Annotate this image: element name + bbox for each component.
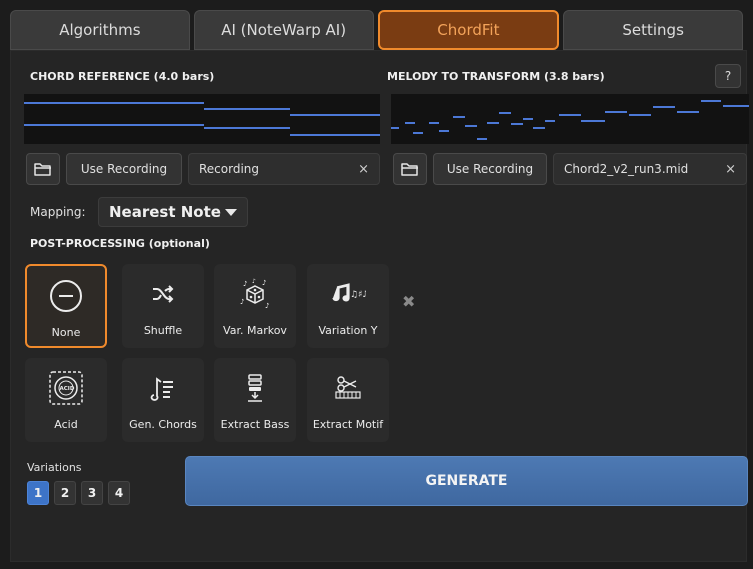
svg-text:♪: ♪ (240, 298, 244, 306)
chord-source-value: Recording (199, 162, 260, 176)
note-bar (629, 114, 651, 116)
variation-4-button[interactable]: 4 (108, 481, 130, 505)
note-bar (204, 108, 290, 110)
note-bar (723, 105, 749, 107)
svg-text:ACID: ACID (60, 386, 75, 392)
mapping-dropdown[interactable]: Nearest Note (98, 197, 248, 227)
note-bar (533, 127, 545, 129)
mapping-value: Nearest Note (109, 203, 221, 221)
melody-clear-button[interactable]: × (725, 162, 736, 177)
tab-settings[interactable]: Settings (563, 10, 743, 50)
minus-circle-icon (50, 280, 82, 312)
option-label: Extract Bass (220, 418, 290, 431)
note-bar (413, 132, 423, 134)
note-bar (477, 138, 487, 140)
acid-stamp-icon: ACID (49, 371, 83, 405)
option-none[interactable]: None (25, 264, 107, 348)
option-label: Variation Y (318, 324, 378, 337)
note-bar (429, 122, 439, 124)
shuffle-icon (153, 285, 174, 303)
note-bar (24, 124, 204, 126)
option-var-markov[interactable]: ♪ ♪ ♪ ♪ ♪ Var. Markov (214, 264, 296, 348)
melody-source-field[interactable]: Chord2_v2_run3.mid × (553, 153, 747, 185)
post-processing-title: POST-PROCESSING (optional) (30, 237, 210, 250)
note-bar (439, 130, 449, 132)
svg-text:♪: ♪ (252, 278, 256, 285)
svg-text:♪: ♪ (265, 302, 269, 310)
tab-ai-notewarp[interactable]: AI (NoteWarp AI) (193, 10, 374, 50)
note-bar (701, 100, 721, 102)
note-bar (204, 127, 290, 129)
note-bar (487, 122, 499, 124)
option-label: Gen. Chords (129, 418, 197, 431)
note-bar (545, 120, 555, 122)
note-bar (523, 118, 533, 120)
chord-use-recording-button[interactable]: Use Recording (66, 153, 182, 185)
clear-processing-button[interactable]: ✖ (402, 292, 415, 311)
dice-notes-icon: ♪ ♪ ♪ ♪ ♪ (240, 278, 269, 310)
mapping-label: Mapping: (30, 205, 86, 219)
note-bar (391, 127, 399, 129)
note-bar (605, 111, 627, 113)
melody-open-folder-button[interactable] (393, 153, 427, 185)
option-label: Var. Markov (223, 324, 287, 337)
svg-text:♫♯♪: ♫♯♪ (350, 290, 366, 300)
chord-source-field[interactable]: Recording × (188, 153, 380, 185)
note-lines-icon (150, 377, 173, 401)
note-bar (465, 125, 477, 127)
note-bar (559, 114, 581, 116)
option-label: Shuffle (143, 324, 183, 337)
chord-clear-button[interactable]: × (358, 162, 369, 177)
option-label: Acid (54, 418, 78, 431)
chord-reference-title: CHORD REFERENCE (4.0 bars) (30, 70, 215, 83)
variation-3-button[interactable]: 3 (81, 481, 103, 505)
option-extract-bass[interactable]: Extract Bass (214, 358, 296, 442)
variation-1-button[interactable]: 1 (27, 481, 49, 505)
folder-icon (34, 163, 51, 176)
note-bar (405, 122, 415, 124)
note-bar (653, 106, 675, 108)
option-label: Extract Motif (312, 418, 384, 431)
melody-pianoroll (391, 94, 749, 144)
scissors-keys-icon (335, 376, 361, 399)
svg-text:♪: ♪ (262, 279, 266, 287)
extract-stack-icon (248, 374, 262, 402)
music-notes-icon: ♫♯♪ (332, 283, 366, 302)
variation-2-button[interactable]: 2 (54, 481, 76, 505)
chord-open-folder-button[interactable] (26, 153, 60, 185)
caret-down-icon (225, 208, 237, 216)
option-extract-motif[interactable]: Extract Motif (307, 358, 389, 442)
melody-source-value: Chord2_v2_run3.mid (564, 162, 689, 176)
melody-use-recording-button[interactable]: Use Recording (433, 153, 547, 185)
note-bar (290, 114, 380, 116)
chord-reference-pianoroll (24, 94, 380, 144)
option-label: None (51, 326, 81, 339)
variations-label: Variations (27, 461, 82, 474)
option-acid[interactable]: ACID Acid (25, 358, 107, 442)
generate-button[interactable]: GENERATE (185, 456, 748, 506)
option-variation-y[interactable]: ♫♯♪ Variation Y (307, 264, 389, 348)
note-bar (24, 102, 204, 104)
note-bar (511, 123, 523, 125)
tab-chordfit[interactable]: ChordFit (377, 10, 560, 50)
note-bar (290, 134, 380, 136)
note-bar (499, 112, 511, 114)
svg-text:♪: ♪ (243, 280, 247, 288)
note-bar (581, 120, 605, 122)
tab-bar: Algorithms AI (NoteWarp AI) ChordFit Set… (10, 10, 743, 50)
note-bar (453, 116, 465, 118)
option-shuffle[interactable]: Shuffle (122, 264, 204, 348)
note-bar (677, 111, 699, 113)
folder-icon (401, 163, 418, 176)
melody-title: MELODY TO TRANSFORM (3.8 bars) (387, 70, 605, 83)
help-button[interactable]: ? (715, 64, 741, 88)
tab-algorithms[interactable]: Algorithms (10, 10, 190, 50)
option-gen-chords[interactable]: Gen. Chords (122, 358, 204, 442)
